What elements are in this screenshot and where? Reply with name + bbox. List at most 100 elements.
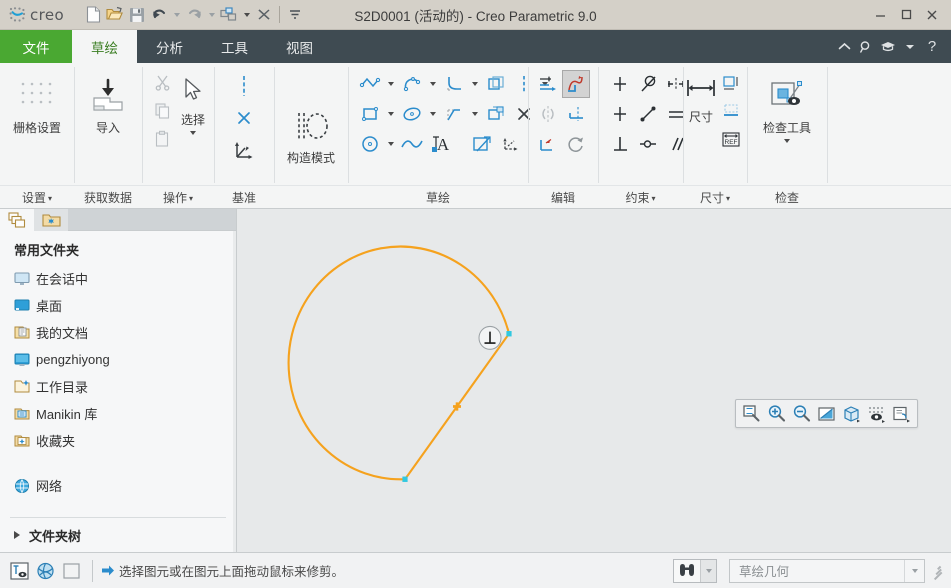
folder-tree-toggle[interactable]: 文件夹树 xyxy=(0,518,236,552)
line-chain-dropdown-icon[interactable] xyxy=(384,70,398,98)
inspect-tools-dropdown-icon[interactable] xyxy=(780,135,794,147)
tab-file[interactable]: 文件 xyxy=(0,30,72,63)
inspect-tools-button[interactable]: 检查工具 xyxy=(751,68,823,147)
model-display-toggle-icon[interactable] xyxy=(6,558,32,584)
undo-icon[interactable] xyxy=(148,3,170,27)
selection-filter-dropdown-icon[interactable] xyxy=(904,559,924,582)
save-icon[interactable] xyxy=(126,3,148,27)
zoom-out-icon[interactable] xyxy=(789,401,814,426)
rotate-resize-button[interactable] xyxy=(562,130,590,158)
select-dropdown-icon[interactable] xyxy=(186,127,200,139)
project-button[interactable] xyxy=(468,130,496,158)
open-file-icon[interactable] xyxy=(104,3,126,27)
tab-view[interactable]: 视图 xyxy=(267,30,332,63)
resize-grip-icon[interactable] xyxy=(933,564,945,580)
find-tool[interactable] xyxy=(673,558,717,583)
display-style-icon[interactable] xyxy=(839,401,864,426)
undo-dropdown-icon[interactable] xyxy=(170,3,183,27)
coordinate-sys-sketch-button[interactable] xyxy=(496,130,524,158)
baseline-dimension-button[interactable] xyxy=(717,97,745,125)
nav-item-in-session[interactable]: 在会话中 xyxy=(0,265,236,292)
vertical-constraint-button[interactable] xyxy=(606,70,634,98)
nav-item-working-directory[interactable]: 工作目录 xyxy=(0,373,236,400)
close-window-icon[interactable] xyxy=(253,3,275,27)
regenerate-dropdown-icon[interactable] xyxy=(240,3,253,27)
selection-box-icon[interactable] xyxy=(58,558,84,584)
help-icon[interactable]: ? xyxy=(921,30,943,63)
text-button[interactable]: A xyxy=(426,130,460,158)
circle-button[interactable] xyxy=(356,130,384,158)
midpoint-constraint-button[interactable] xyxy=(634,100,662,128)
minimize-button[interactable] xyxy=(867,4,893,26)
delete-segment-button[interactable] xyxy=(562,70,590,98)
sketch-line[interactable] xyxy=(404,333,510,480)
modify-button[interactable] xyxy=(534,70,562,98)
spline-button[interactable] xyxy=(398,130,426,158)
ellipse-dropdown-icon[interactable] xyxy=(426,100,440,128)
tab-analysis[interactable]: 分析 xyxy=(137,30,202,63)
ellipse-button[interactable] xyxy=(398,100,426,128)
navigator-resize-handle[interactable] xyxy=(233,231,236,552)
coincident-constraint-button[interactable] xyxy=(634,130,662,158)
divide-button[interactable] xyxy=(562,100,590,128)
grid-settings-button[interactable]: 栅格设置 xyxy=(4,68,70,135)
model-tree-tab[interactable] xyxy=(0,209,34,231)
datum-display-icon[interactable] xyxy=(864,401,889,426)
collapse-ribbon-icon[interactable] xyxy=(833,30,855,63)
paste-button[interactable] xyxy=(148,124,176,152)
circle-dropdown-icon[interactable] xyxy=(384,130,398,158)
redo-dropdown-icon[interactable] xyxy=(205,3,218,27)
offset-button[interactable] xyxy=(482,70,510,98)
graphics-canvas[interactable] xyxy=(237,209,951,552)
arc-button[interactable] xyxy=(398,70,426,98)
new-file-icon[interactable] xyxy=(82,3,104,27)
sketch-vertex-top[interactable] xyxy=(506,331,512,337)
nav-item-manikin-library[interactable]: Manikin 库 xyxy=(0,400,236,427)
search-icon[interactable] xyxy=(855,30,877,63)
nav-item-network[interactable]: 网络 xyxy=(0,472,236,499)
learning-icon[interactable] xyxy=(877,30,899,63)
coordinate-system-button[interactable] xyxy=(230,134,258,166)
chamfer-button[interactable] xyxy=(440,100,468,128)
tab-sketch[interactable]: 草绘 xyxy=(72,30,137,63)
spin-center-icon[interactable] xyxy=(32,558,58,584)
repaint-icon[interactable] xyxy=(814,401,839,426)
fillet-button[interactable] xyxy=(440,70,468,98)
tangent-constraint-button[interactable] xyxy=(634,70,662,98)
construction-mode-button[interactable]: 构造模式 xyxy=(278,98,344,165)
tab-tools[interactable]: 工具 xyxy=(202,30,267,63)
line-chain-button[interactable] xyxy=(356,70,384,98)
nav-item-desktop[interactable]: 桌面 xyxy=(0,292,236,319)
annotation-display-icon[interactable] xyxy=(889,401,914,426)
fillet-dropdown-icon[interactable] xyxy=(468,70,482,98)
regenerate-icon[interactable] xyxy=(218,3,240,27)
zoom-in-icon[interactable] xyxy=(764,401,789,426)
selection-filter[interactable]: 草绘几何 xyxy=(729,558,925,583)
learning-dropdown-icon[interactable] xyxy=(899,30,921,63)
datum-point-button[interactable] xyxy=(230,102,258,134)
perimeter-dimension-button[interactable] xyxy=(717,69,745,97)
sketch-vertex-bottom[interactable] xyxy=(402,476,408,482)
corner-button[interactable] xyxy=(534,130,562,158)
chamfer-dropdown-icon[interactable] xyxy=(468,100,482,128)
rectangle-dropdown-icon[interactable] xyxy=(384,100,398,128)
arc-dropdown-icon[interactable] xyxy=(426,70,440,98)
reference-dimension-button[interactable]: REF xyxy=(717,125,745,153)
sketch-arc[interactable] xyxy=(287,245,511,481)
mirror-button[interactable] xyxy=(534,100,562,128)
dimension-button[interactable]: 尺寸 xyxy=(685,67,717,124)
import-button[interactable]: 导入 xyxy=(78,68,138,135)
select-button[interactable]: 选择 xyxy=(176,68,210,139)
cut-button[interactable] xyxy=(148,68,176,96)
customize-qat-icon[interactable] xyxy=(284,3,306,27)
rectangle-button[interactable] xyxy=(356,100,384,128)
find-tool-dropdown-icon[interactable] xyxy=(700,559,716,582)
nav-item-user-home[interactable]: pengzhiyong xyxy=(0,346,236,373)
thicken-button[interactable] xyxy=(482,100,510,128)
perpendicular-constraint-marker[interactable] xyxy=(478,325,502,350)
close-button[interactable] xyxy=(919,4,945,26)
zoom-to-fit-icon[interactable] xyxy=(739,401,764,426)
maximize-button[interactable] xyxy=(893,4,919,26)
redo-icon[interactable] xyxy=(183,3,205,27)
centerline-button[interactable] xyxy=(230,70,258,102)
